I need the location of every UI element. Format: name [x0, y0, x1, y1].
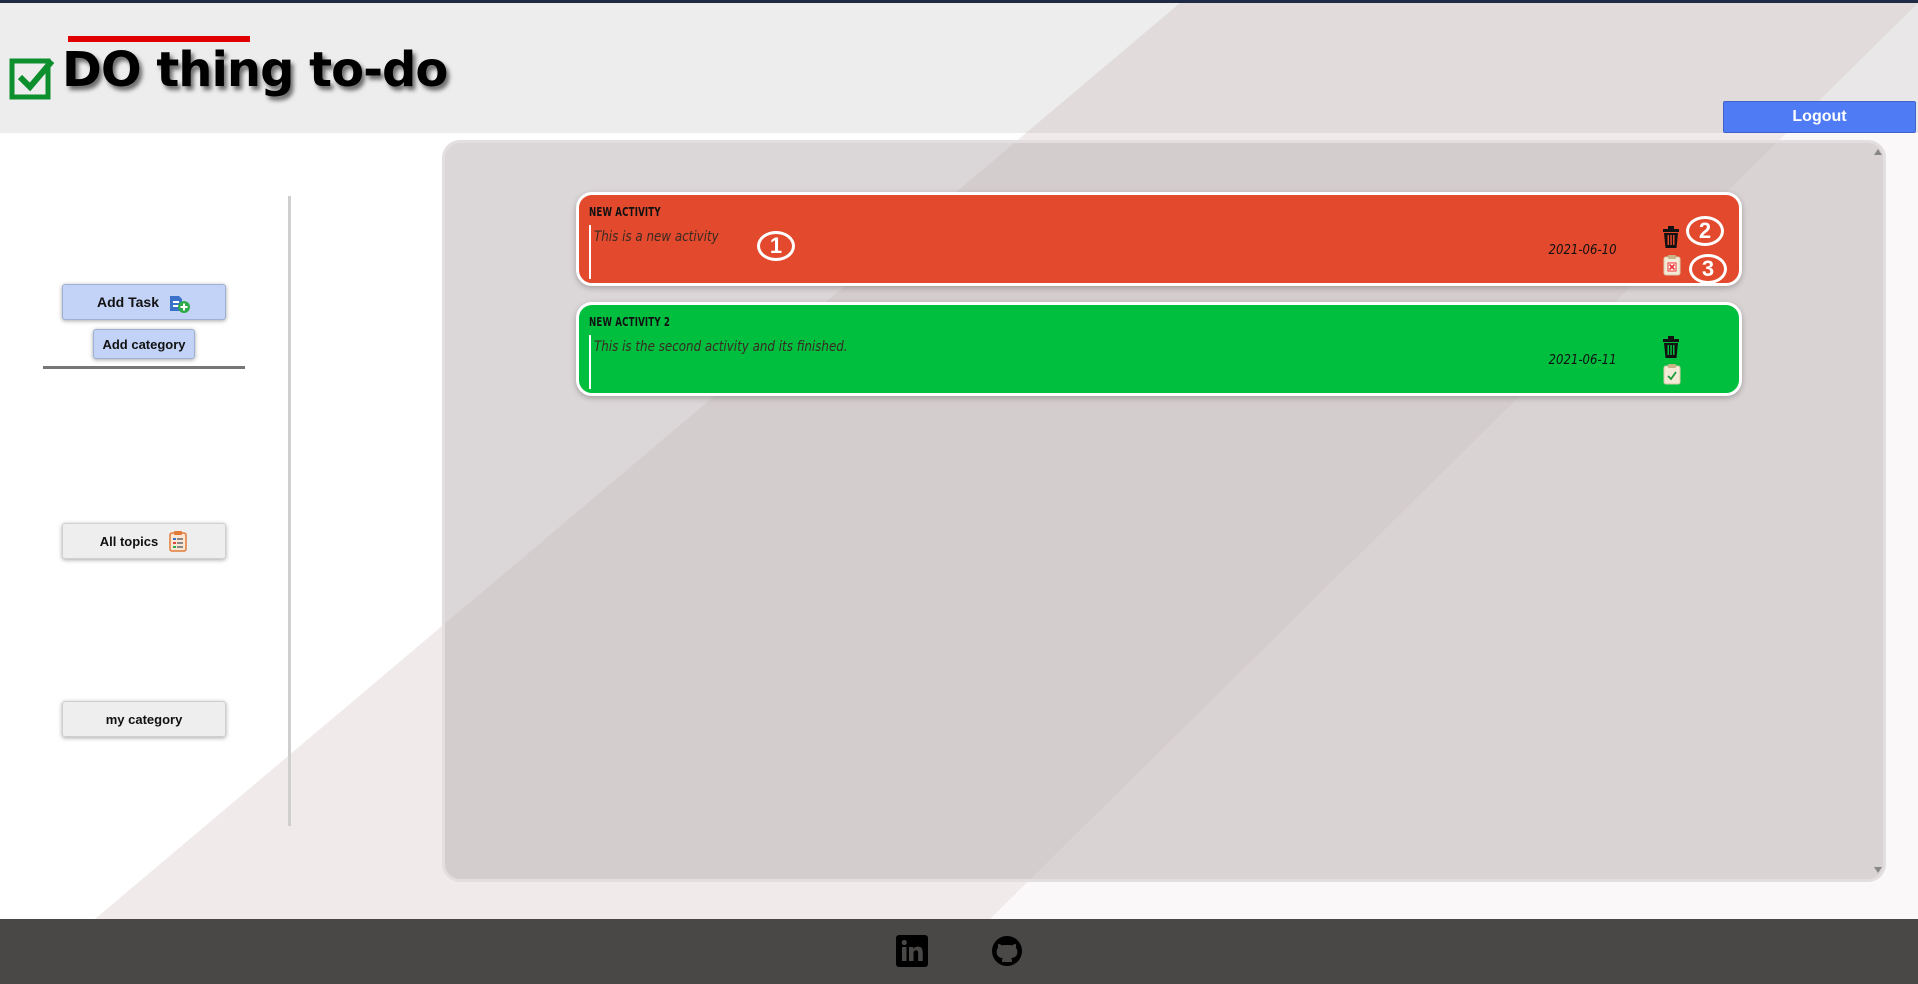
github-icon[interactable] [991, 935, 1023, 967]
add-task-label: Add Task [97, 294, 159, 310]
task-card[interactable]: NEW ACTIVITY This is a new activity 1 20… [576, 192, 1742, 286]
task-title: NEW ACTIVITY [589, 205, 661, 219]
add-category-button[interactable]: Add category [93, 329, 195, 359]
logout-button[interactable]: Logout [1723, 101, 1916, 133]
task-date: 2021-06-10 [1548, 243, 1617, 258]
trash-icon[interactable] [1661, 225, 1681, 249]
checkbox-checked-icon [9, 58, 55, 100]
logo: DO thing to-do [8, 36, 448, 101]
linkedin-icon[interactable] [896, 935, 928, 967]
task-bar [589, 225, 591, 279]
clipboard-list-icon [169, 531, 187, 552]
app-title: DO thing to-do [62, 36, 448, 98]
sidebar-vertical-divider [288, 196, 291, 826]
all-topics-label: All topics [99, 533, 159, 549]
add-task-button[interactable]: Add Task [62, 284, 226, 320]
scroll-up-arrow[interactable] [1874, 149, 1882, 155]
callout-marker: 3 [1689, 254, 1727, 284]
trash-icon[interactable] [1661, 335, 1681, 359]
task-description: This is a new activity [594, 229, 719, 245]
clipboard-done-icon[interactable] [1663, 363, 1681, 385]
scroll-down-arrow[interactable] [1874, 867, 1882, 873]
sidebar-divider [43, 366, 245, 369]
task-date: 2021-06-11 [1548, 353, 1617, 368]
app-title-text: DO thing to-do [62, 42, 448, 98]
title-underline [68, 36, 250, 42]
header: DO thing to-do Logout [0, 3, 1918, 133]
task-bar [589, 335, 591, 389]
all-topics-button[interactable]: All topics [62, 523, 226, 559]
task-title: NEW ACTIVITY 2 [589, 315, 671, 329]
callout-marker: 1 [757, 231, 795, 261]
clipboard-pending-icon[interactable] [1663, 254, 1681, 276]
task-list-panel[interactable]: NEW ACTIVITY This is a new activity 1 20… [442, 140, 1886, 882]
category-item-my-category[interactable]: my category [62, 701, 226, 737]
add-document-icon [169, 296, 190, 313]
task-description: This is the second activity and its fini… [594, 339, 848, 355]
task-card[interactable]: NEW ACTIVITY 2 This is the second activi… [576, 302, 1742, 396]
sidebar: Add Task Add category All topics my cate… [0, 140, 300, 840]
callout-marker: 2 [1686, 216, 1724, 246]
footer [0, 919, 1918, 984]
